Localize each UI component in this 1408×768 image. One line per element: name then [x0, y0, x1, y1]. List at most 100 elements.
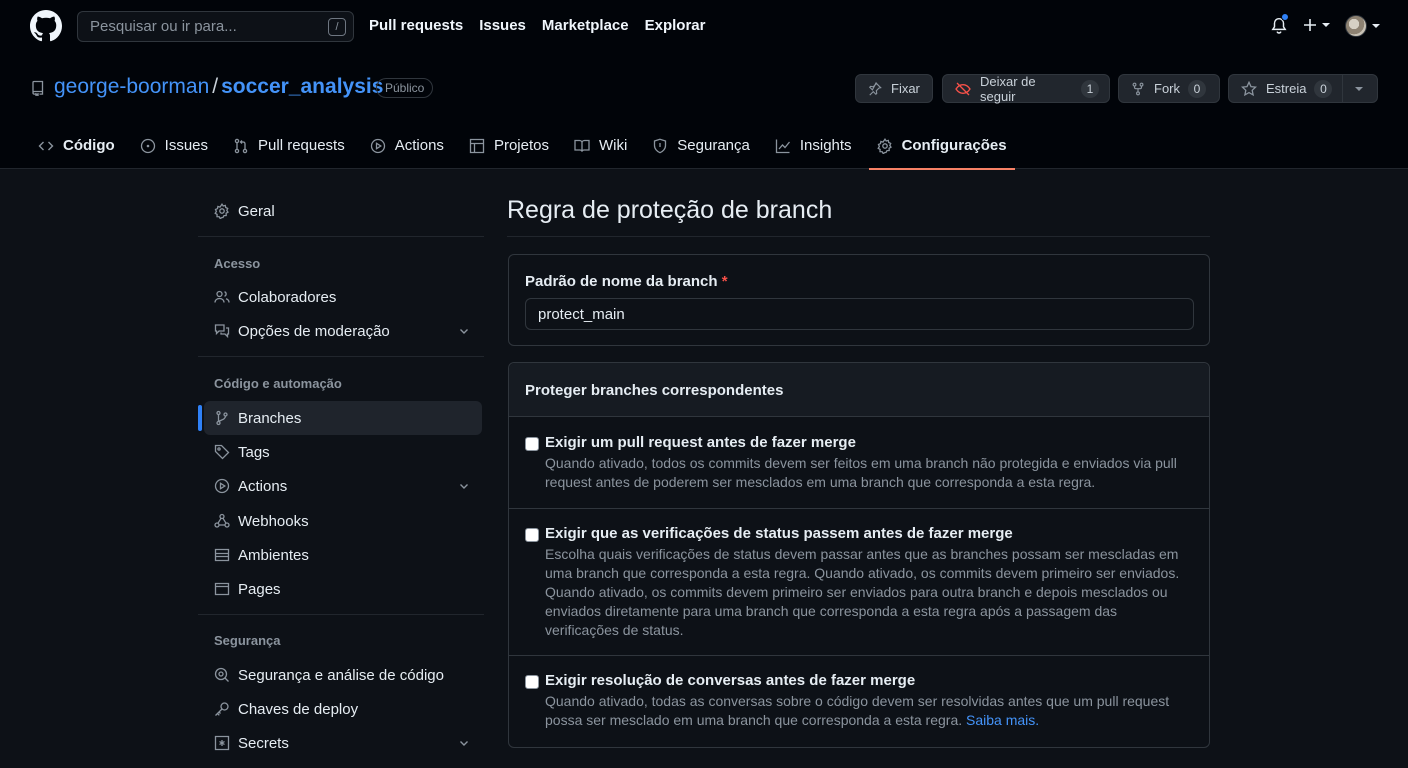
notification-indicator [1281, 13, 1289, 21]
pull-request-icon [233, 138, 249, 154]
sidebar-item-moderation[interactable]: Opções de moderação [198, 314, 484, 348]
option-title: Exigir resolução de conversas antes de f… [545, 672, 916, 689]
require-pull-request-checkbox[interactable] [525, 437, 539, 451]
tab-insights-label: Insights [799, 137, 852, 154]
star-button[interactable]: Estreia 0 [1228, 74, 1378, 103]
play-icon [370, 138, 386, 154]
tab-settings[interactable]: Configurações [868, 122, 1015, 170]
table-icon [469, 138, 485, 154]
pin-button[interactable]: Fixar [855, 74, 933, 103]
sidebar-item-label: Segurança e análise de código [238, 666, 444, 684]
sidebar-item-code-security[interactable]: Segurança e análise de código [198, 658, 484, 692]
star-count: 0 [1314, 79, 1333, 98]
code-icon [38, 138, 54, 154]
fork-count: 0 [1188, 79, 1206, 98]
issue-icon [140, 138, 156, 154]
sidebar-item-pages[interactable]: Pages [198, 572, 484, 606]
option-divider [509, 655, 1209, 656]
github-logo-icon[interactable] [30, 10, 62, 42]
sidebar-heading-code-automation: Código e automação [214, 376, 342, 391]
search-shortcut-key: / [328, 18, 346, 36]
tab-issues[interactable]: Issues [132, 122, 216, 169]
star-label: Estreia [1266, 81, 1307, 96]
gear-icon [876, 137, 893, 154]
sidebar-item-label: Tags [238, 443, 270, 461]
branch-pattern-input[interactable] [525, 298, 1194, 330]
codescan-icon [214, 667, 230, 683]
nav-explore[interactable]: Explorar [645, 17, 706, 34]
plus-icon [1304, 19, 1316, 31]
tab-projects[interactable]: Projetos [461, 122, 557, 169]
sidebar-item-collaborators[interactable]: Colaboradores [198, 280, 484, 314]
option-description-text: Quando ativado, todas as conversas sobre… [545, 693, 1170, 728]
browser-icon [214, 581, 230, 597]
chevron-down-icon [458, 480, 470, 492]
tab-security-label: Segurança [677, 137, 750, 154]
tab-pull-requests-label: Pull requests [258, 137, 345, 154]
option-description: Quando ativado, todas as conversas sobre… [545, 692, 1187, 730]
sidebar-item-tags[interactable]: Tags [198, 435, 484, 469]
sidebar-item-general[interactable]: Geral [198, 194, 484, 228]
chevron-down-icon [458, 737, 470, 749]
shield-icon [652, 138, 668, 154]
caret-down-icon [1372, 24, 1380, 28]
key-asterisk-icon [214, 735, 230, 751]
global-nav: Pull requests Issues Marketplace Explora… [369, 17, 705, 34]
protect-branches-box: Proteger branches correspondentes Exigir… [508, 362, 1210, 748]
user-menu-button[interactable] [1345, 15, 1380, 37]
visibility-badge: Público [376, 78, 434, 98]
sidebar-item-label: Secrets [238, 734, 289, 752]
nav-issues[interactable]: Issues [479, 17, 526, 34]
play-icon [214, 478, 230, 494]
star-lists-dropdown[interactable] [1342, 75, 1374, 102]
sidebar-item-environments[interactable]: Ambientes [198, 538, 484, 572]
tab-actions-label: Actions [394, 137, 444, 154]
tab-code-label: Código [63, 137, 115, 154]
people-icon [214, 289, 230, 305]
sidebar-item-deploy-keys[interactable]: Chaves de deploy [198, 692, 484, 726]
sidebar-heading-security: Segurança [214, 633, 281, 648]
fork-label: Fork [1154, 81, 1180, 96]
tab-projects-label: Projetos [493, 137, 549, 154]
fork-button[interactable]: Fork 0 [1118, 74, 1220, 103]
sidebar-item-secrets[interactable]: Secrets [198, 726, 484, 760]
sidebar-item-label: Pages [238, 580, 281, 598]
repo-name-link[interactable]: soccer_analysis [221, 75, 383, 99]
page-title: Regra de proteção de branch [507, 196, 833, 224]
tab-insights[interactable]: Insights [767, 122, 860, 169]
server-icon [214, 547, 230, 563]
repo-tabs: Código Issues Pull requests Actions Proj… [30, 122, 1024, 170]
create-new-button[interactable] [1302, 17, 1330, 33]
sidebar-item-label: Ambientes [238, 546, 309, 564]
repo-icon [30, 80, 46, 96]
sidebar-item-webhooks[interactable]: Webhooks [198, 504, 484, 538]
pin-icon [868, 81, 882, 96]
sidebar-heading-access: Acesso [214, 256, 261, 271]
branch-pattern-box: Padrão de nome da branch * [508, 254, 1210, 346]
tab-wiki[interactable]: Wiki [566, 122, 635, 169]
unwatch-button[interactable]: Deixar de seguir 1 [942, 73, 1110, 104]
protect-branches-heading: Proteger branches correspondentes [525, 382, 784, 399]
search-input[interactable]: Pesquisar ou ir para... / [77, 11, 354, 42]
tab-security[interactable]: Segurança [644, 122, 758, 169]
branch-icon [214, 410, 230, 426]
require-conversation-resolution-checkbox[interactable] [525, 675, 539, 689]
avatar [1345, 15, 1367, 37]
title-divider [507, 236, 1210, 237]
learn-more-link[interactable]: Saiba mais. [966, 712, 1039, 728]
search-placeholder: Pesquisar ou ir para... [90, 18, 237, 35]
repo-owner-link[interactable]: george-boorman [54, 75, 209, 99]
tab-code[interactable]: Código [30, 122, 123, 169]
sidebar-divider [198, 236, 484, 237]
sidebar-item-actions[interactable]: Actions [198, 469, 484, 503]
unwatch-label: Deixar de seguir [980, 73, 1036, 104]
nav-pull-requests[interactable]: Pull requests [369, 17, 463, 34]
nav-marketplace[interactable]: Marketplace [542, 17, 629, 34]
option-title: Exigir que as verificações de status pas… [545, 525, 1013, 542]
tab-pull-requests[interactable]: Pull requests [225, 122, 353, 169]
option-description: Quando ativado, todos os commits devem s… [545, 455, 1177, 490]
tab-actions[interactable]: Actions [362, 122, 452, 169]
sidebar-item-branches[interactable]: Branches [198, 401, 482, 435]
sidebar-item-label: Webhooks [238, 512, 309, 530]
require-status-checks-checkbox[interactable] [525, 528, 539, 542]
